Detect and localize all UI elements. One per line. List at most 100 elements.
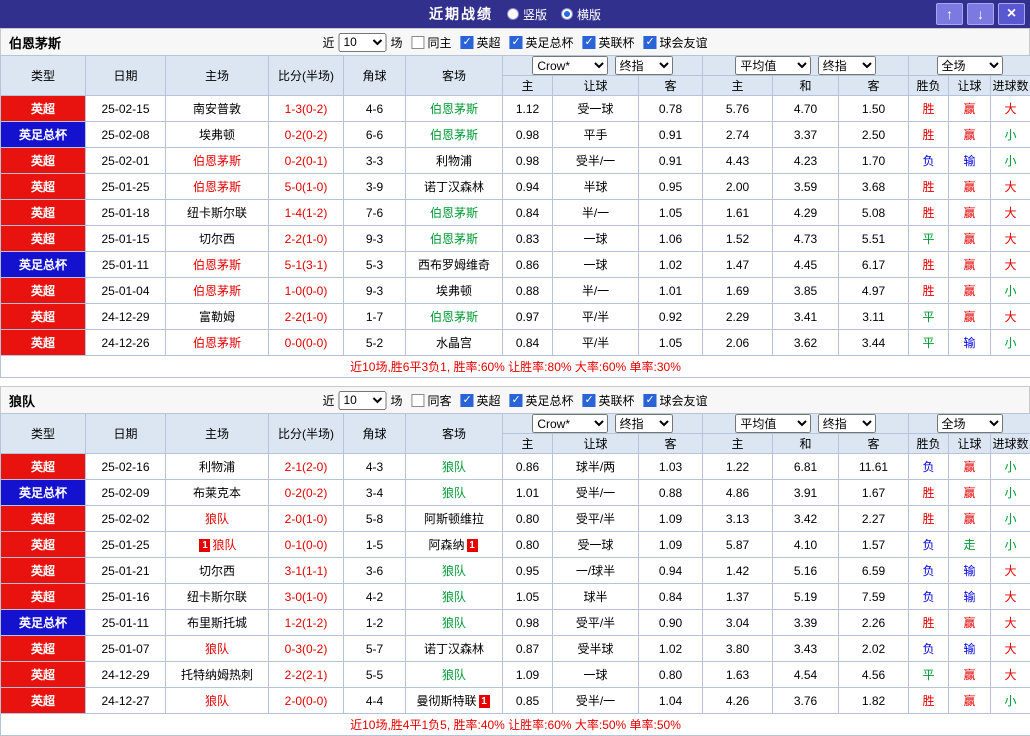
- match-score[interactable]: 0-3(0-2): [269, 636, 344, 662]
- layout-radio-horizontal[interactable]: 横版: [561, 6, 601, 23]
- match-score[interactable]: 1-3(0-2): [269, 96, 344, 122]
- league-checkbox-eflcup[interactable]: [583, 394, 596, 407]
- match-score[interactable]: 0-1(0-0): [269, 532, 344, 558]
- move-down-button[interactable]: ↓: [967, 3, 994, 25]
- away-team[interactable]: 阿斯顿维拉: [406, 506, 503, 532]
- scope-select[interactable]: 全场: [937, 56, 1003, 75]
- league-checkbox-premier[interactable]: [460, 394, 473, 407]
- away-team[interactable]: 诺丁汉森林: [406, 636, 503, 662]
- away-team[interactable]: 利物浦: [406, 148, 503, 174]
- away-team[interactable]: 伯恩茅斯: [406, 226, 503, 252]
- match-row: 英超25-01-07狼队0-3(0-2)5-7诺丁汉森林0.87受半球1.023…: [1, 636, 1030, 662]
- odds-home: 1.09: [503, 662, 553, 688]
- away-team[interactable]: 伯恩茅斯: [406, 122, 503, 148]
- league-badge: 英超: [1, 454, 86, 480]
- match-count-select[interactable]: 10: [338, 391, 386, 410]
- away-team[interactable]: 狼队: [406, 454, 503, 480]
- home-team[interactable]: 伯恩茅斯: [166, 278, 269, 304]
- avg-away: 4.97: [839, 278, 909, 304]
- away-team[interactable]: 狼队: [406, 558, 503, 584]
- layout-radio-vertical[interactable]: 竖版: [507, 6, 547, 23]
- away-team[interactable]: 伯恩茅斯: [406, 200, 503, 226]
- match-score[interactable]: 2-1(2-0): [269, 454, 344, 480]
- final-odds-select[interactable]: 终指: [818, 56, 876, 75]
- corner-score: 9-3: [344, 278, 406, 304]
- match-score[interactable]: 2-2(2-1): [269, 662, 344, 688]
- home-team[interactable]: 伯恩茅斯: [166, 252, 269, 278]
- away-team[interactable]: 伯恩茅斯: [406, 304, 503, 330]
- match-row: 英超24-12-26伯恩茅斯0-0(0-0)5-2水晶宫0.84平/半1.052…: [1, 330, 1030, 356]
- league-badge: 英超: [1, 174, 86, 200]
- league-checkbox-eflcup[interactable]: [583, 36, 596, 49]
- home-team[interactable]: 伯恩茅斯: [166, 174, 269, 200]
- home-team[interactable]: 利物浦: [166, 454, 269, 480]
- home-team[interactable]: 切尔西: [166, 558, 269, 584]
- final-odds-select[interactable]: 终指: [615, 56, 673, 75]
- match-score[interactable]: 0-2(0-2): [269, 122, 344, 148]
- match-count-select[interactable]: 10: [338, 33, 386, 52]
- away-team[interactable]: 狼队: [406, 584, 503, 610]
- col-header-score: 比分(半场): [269, 414, 344, 454]
- home-team[interactable]: 南安普敦: [166, 96, 269, 122]
- home-team[interactable]: 切尔西: [166, 226, 269, 252]
- home-team[interactable]: 布里斯托城: [166, 610, 269, 636]
- away-team[interactable]: 狼队: [406, 480, 503, 506]
- same-venue-checkbox[interactable]: [411, 36, 424, 49]
- average-select[interactable]: 平均值: [735, 56, 811, 75]
- home-team[interactable]: 1狼队: [166, 532, 269, 558]
- home-team[interactable]: 托特纳姆热刺: [166, 662, 269, 688]
- league-checkbox-friendly[interactable]: [644, 394, 657, 407]
- match-score[interactable]: 2-2(1-0): [269, 304, 344, 330]
- odds-home: 0.97: [503, 304, 553, 330]
- away-team[interactable]: 西布罗姆维奇: [406, 252, 503, 278]
- filter-bar: 近 10 场 同主 英超 英足总杯 英联杯 球会友谊: [320, 33, 709, 52]
- final-odds-select[interactable]: 终指: [818, 414, 876, 433]
- away-team[interactable]: 水晶宫: [406, 330, 503, 356]
- away-team[interactable]: 诺丁汉森林: [406, 174, 503, 200]
- home-team[interactable]: 狼队: [166, 636, 269, 662]
- league-checkbox-facup[interactable]: [510, 394, 523, 407]
- home-team[interactable]: 狼队: [166, 506, 269, 532]
- match-score[interactable]: 5-0(1-0): [269, 174, 344, 200]
- odds-away: 0.84: [639, 584, 703, 610]
- home-team[interactable]: 布莱克本: [166, 480, 269, 506]
- away-team[interactable]: 阿森纳1: [406, 532, 503, 558]
- away-team[interactable]: 曼彻斯特联1: [406, 688, 503, 714]
- home-team[interactable]: 埃弗顿: [166, 122, 269, 148]
- match-score[interactable]: 3-0(1-0): [269, 584, 344, 610]
- league-checkbox-friendly[interactable]: [644, 36, 657, 49]
- home-team[interactable]: 纽卡斯尔联: [166, 200, 269, 226]
- match-score[interactable]: 1-4(1-2): [269, 200, 344, 226]
- away-team[interactable]: 狼队: [406, 610, 503, 636]
- match-score[interactable]: 2-0(1-0): [269, 506, 344, 532]
- home-team[interactable]: 纽卡斯尔联: [166, 584, 269, 610]
- match-score[interactable]: 0-2(0-2): [269, 480, 344, 506]
- away-team[interactable]: 狼队: [406, 662, 503, 688]
- match-score[interactable]: 2-0(0-0): [269, 688, 344, 714]
- match-score[interactable]: 3-1(1-1): [269, 558, 344, 584]
- home-team[interactable]: 富勒姆: [166, 304, 269, 330]
- league-checkbox-facup[interactable]: [510, 36, 523, 49]
- final-odds-select[interactable]: 终指: [615, 414, 673, 433]
- match-score[interactable]: 5-1(3-1): [269, 252, 344, 278]
- move-up-button[interactable]: ↑: [936, 3, 963, 25]
- match-score[interactable]: 2-2(1-0): [269, 226, 344, 252]
- match-score[interactable]: 1-0(0-0): [269, 278, 344, 304]
- close-button[interactable]: ×: [998, 3, 1025, 25]
- match-score[interactable]: 1-2(1-2): [269, 610, 344, 636]
- home-team[interactable]: 伯恩茅斯: [166, 330, 269, 356]
- home-team[interactable]: 伯恩茅斯: [166, 148, 269, 174]
- away-team[interactable]: 埃弗顿: [406, 278, 503, 304]
- away-team[interactable]: 伯恩茅斯: [406, 96, 503, 122]
- same-venue-checkbox[interactable]: [411, 394, 424, 407]
- average-select[interactable]: 平均值: [735, 414, 811, 433]
- result-goals: 大: [991, 174, 1030, 200]
- odds-source-select[interactable]: Crow*: [532, 414, 608, 433]
- match-score[interactable]: 0-0(0-0): [269, 330, 344, 356]
- home-team[interactable]: 狼队: [166, 688, 269, 714]
- scope-select[interactable]: 全场: [937, 414, 1003, 433]
- league-checkbox-premier[interactable]: [460, 36, 473, 49]
- corner-score: 7-6: [344, 200, 406, 226]
- odds-source-select[interactable]: Crow*: [532, 56, 608, 75]
- match-score[interactable]: 0-2(0-1): [269, 148, 344, 174]
